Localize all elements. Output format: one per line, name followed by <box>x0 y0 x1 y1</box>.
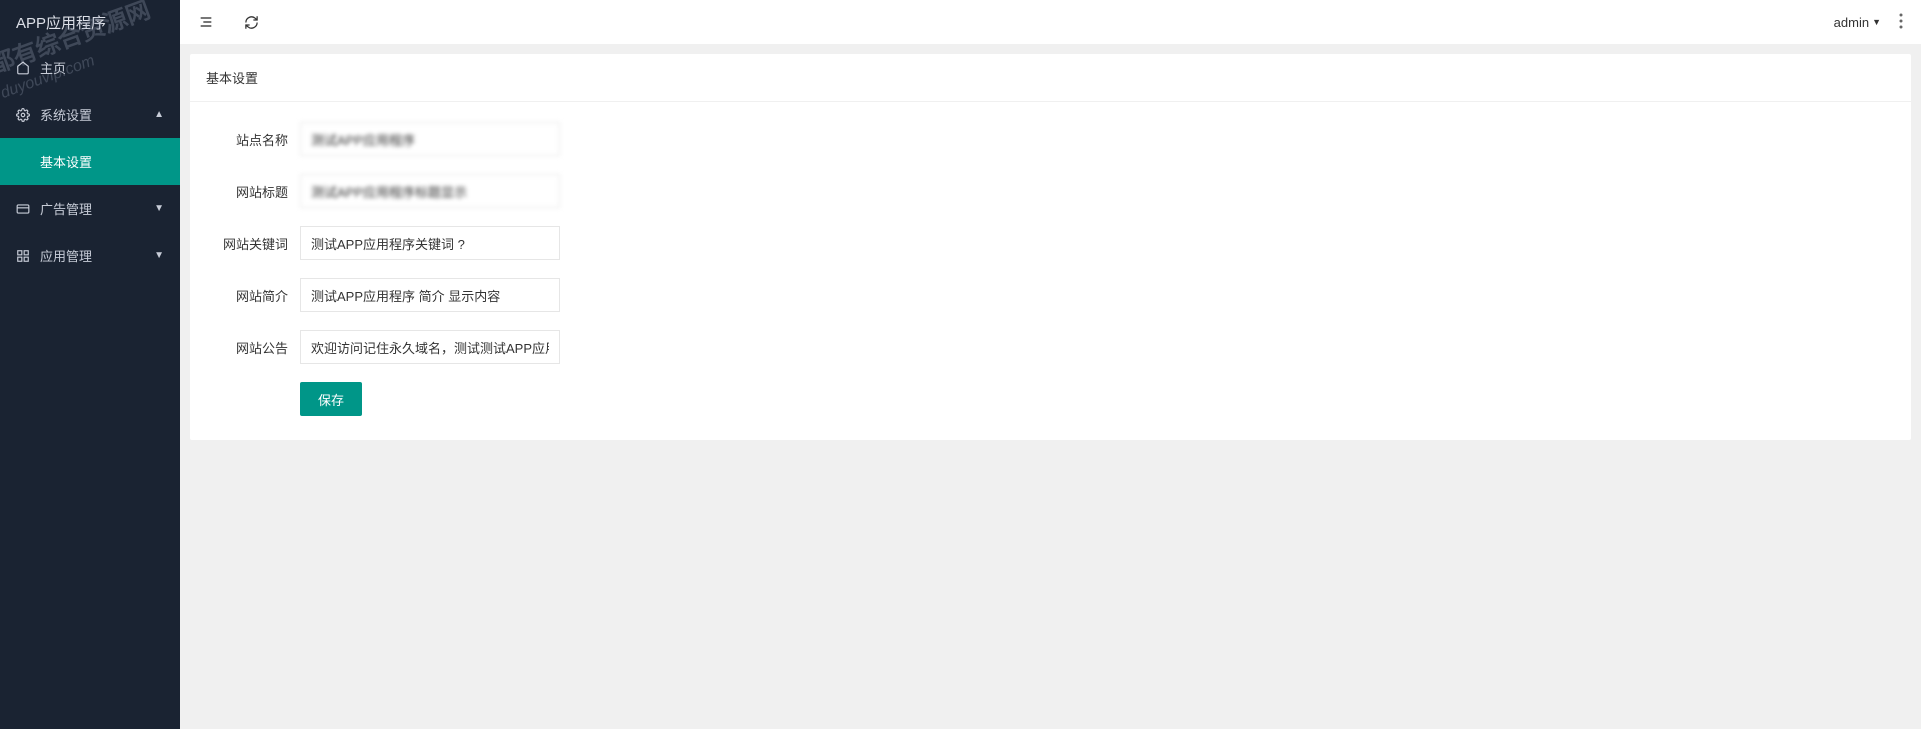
label-site-keywords: 网站关键词 <box>210 234 300 253</box>
sidebar: 都有综合资源网 duyouvip.com APP应用程序 主页 系统设置 ▲ 基… <box>0 0 180 729</box>
ad-icon <box>16 202 30 216</box>
user-name: admin <box>1834 15 1869 30</box>
input-site-keywords[interactable] <box>300 226 560 260</box>
input-site-desc[interactable] <box>300 278 560 312</box>
input-site-notice[interactable] <box>300 330 560 364</box>
save-button[interactable]: 保存 <box>300 382 362 416</box>
more-icon[interactable] <box>1899 13 1903 32</box>
content-area: 基本设置 站点名称 网站标题 网站关键词 网站简介 <box>180 44 1921 729</box>
sidebar-item-label: 系统设置 <box>40 105 92 124</box>
sidebar-item-system[interactable]: 系统设置 ▲ <box>0 91 180 138</box>
chevron-down-icon: ▼ <box>154 250 164 261</box>
menu-toggle-icon[interactable] <box>198 14 214 30</box>
grid-icon <box>16 249 30 263</box>
refresh-icon[interactable] <box>244 15 259 30</box>
gear-icon <box>16 108 30 122</box>
label-site-notice: 网站公告 <box>210 338 300 357</box>
user-menu[interactable]: admin ▼ <box>1834 15 1881 30</box>
topbar: admin ▼ <box>180 0 1921 44</box>
dropdown-icon: ▼ <box>1872 17 1881 27</box>
sidebar-item-label: 主页 <box>40 58 66 77</box>
input-site-title[interactable] <box>300 174 560 208</box>
label-site-desc: 网站简介 <box>210 286 300 305</box>
home-icon <box>16 61 30 75</box>
label-site-title: 网站标题 <box>210 182 300 201</box>
sidebar-item-home[interactable]: 主页 <box>0 44 180 91</box>
chevron-up-icon: ▲ <box>154 109 164 120</box>
sidebar-subitem-label: 基本设置 <box>40 155 92 170</box>
input-site-name[interactable] <box>300 122 560 156</box>
chevron-down-icon: ▼ <box>154 203 164 214</box>
label-site-name: 站点名称 <box>210 130 300 149</box>
sidebar-item-ads[interactable]: 广告管理 ▼ <box>0 185 180 232</box>
sidebar-logo: APP应用程序 <box>0 0 180 44</box>
sidebar-item-label: 应用管理 <box>40 246 92 265</box>
card-title: 基本设置 <box>190 54 1911 102</box>
settings-card: 基本设置 站点名称 网站标题 网站关键词 网站简介 <box>190 54 1911 440</box>
sidebar-item-label: 广告管理 <box>40 199 92 218</box>
sidebar-subitem-basic-settings[interactable]: 基本设置 <box>0 138 180 185</box>
main-area: admin ▼ 基本设置 站点名称 网站标题 <box>180 0 1921 729</box>
sidebar-item-apps[interactable]: 应用管理 ▼ <box>0 232 180 279</box>
